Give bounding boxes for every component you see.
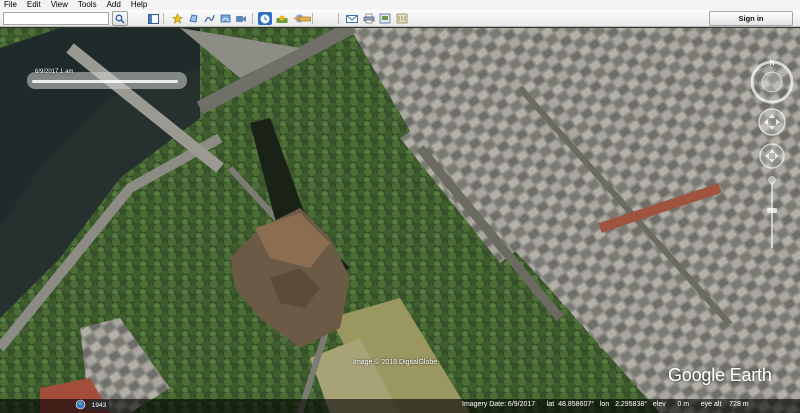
polygon-icon (188, 14, 197, 23)
imagery-date-value: 6/9/2017 (507, 401, 536, 408)
add-placemark-button[interactable] (170, 12, 184, 25)
save-image-button[interactable] (378, 12, 392, 25)
maps-icon (396, 13, 408, 24)
add-polygon-button[interactable] (186, 12, 200, 25)
toolbar-separator (252, 13, 253, 24)
lat-value: 48.858607° (558, 401, 595, 408)
navigation-controls: N (748, 58, 796, 263)
status-bar: Imagery Date: 6/9/2017 lat 48.858607° lo… (0, 399, 800, 413)
google-earth-logo: Google Earth (668, 365, 772, 385)
historical-year-badge[interactable]: 1943 (89, 400, 109, 410)
ruler-icon (299, 16, 311, 21)
record-tour-button[interactable] (234, 12, 248, 25)
email-icon (346, 14, 358, 23)
google-earth-window: File Edit View Tools Add Help Sign in 6/… (0, 0, 800, 413)
toolbar-separator (163, 13, 164, 24)
image-overlay-icon (220, 14, 230, 23)
lat-label: lat (546, 401, 555, 408)
sun-icon (276, 15, 288, 23)
menu-add[interactable]: Add (102, 0, 126, 10)
menu-tools[interactable]: Tools (73, 0, 102, 10)
ruler-button[interactable] (298, 12, 312, 25)
lon-value: 2.295838° (615, 401, 648, 408)
menu-bar: File Edit View Tools Add Help (0, 0, 800, 10)
eye-alt-label: eye alt (700, 401, 722, 408)
placemark-icon (171, 13, 183, 24)
toolbar: Sign in (0, 10, 800, 27)
lon-label: lon (599, 401, 610, 408)
imagery-date-label: Imagery Date: (462, 401, 506, 408)
menu-file[interactable]: File (0, 0, 22, 10)
compass-ring[interactable] (750, 60, 794, 104)
imagery-copyright: Image © 2018 DigitalGlobe (353, 359, 438, 366)
look-joystick[interactable] (758, 108, 786, 136)
time-slider-track[interactable] (32, 80, 178, 83)
menu-view[interactable]: View (46, 0, 73, 10)
search-input[interactable] (3, 12, 109, 25)
add-image-overlay-button[interactable] (218, 12, 232, 25)
sunlight-button[interactable] (275, 12, 289, 25)
sidebar-icon (147, 13, 159, 24)
move-joystick[interactable] (759, 143, 785, 169)
map-viewport[interactable]: 6/9/2017 1 am N Image © 2018 DigitalGlob… (0, 28, 800, 413)
view-in-maps-button[interactable] (395, 12, 409, 25)
search-icon (115, 14, 125, 24)
eye-alt-value: 728 m (729, 401, 749, 408)
zoom-slider[interactable] (767, 176, 777, 248)
search-button[interactable] (112, 11, 128, 26)
sidebar-toggle-button[interactable] (146, 12, 160, 25)
historical-imagery-button[interactable] (258, 12, 272, 25)
sign-in-button[interactable]: Sign in (709, 11, 793, 26)
toolbar-separator (338, 13, 339, 24)
elev-label: elev (652, 401, 666, 408)
record-tour-icon (236, 16, 246, 22)
save-image-icon (379, 13, 391, 24)
elev-value: 0 m (677, 401, 690, 408)
historical-globe-icon[interactable] (75, 399, 86, 410)
print-icon (363, 13, 375, 24)
path-icon (203, 14, 215, 23)
menu-help[interactable]: Help (126, 0, 152, 10)
print-button[interactable] (362, 12, 376, 25)
compass-north-label: N (769, 60, 774, 67)
status-readout: Imagery Date: 6/9/2017 lat 48.858607° lo… (462, 401, 749, 408)
menu-edit[interactable]: Edit (22, 0, 46, 10)
add-path-button[interactable] (202, 12, 216, 25)
email-button[interactable] (345, 12, 359, 25)
time-slider-date: 6/9/2017 1 am (35, 69, 74, 75)
toolbar-separator (312, 13, 313, 24)
clock-icon (260, 14, 270, 23)
